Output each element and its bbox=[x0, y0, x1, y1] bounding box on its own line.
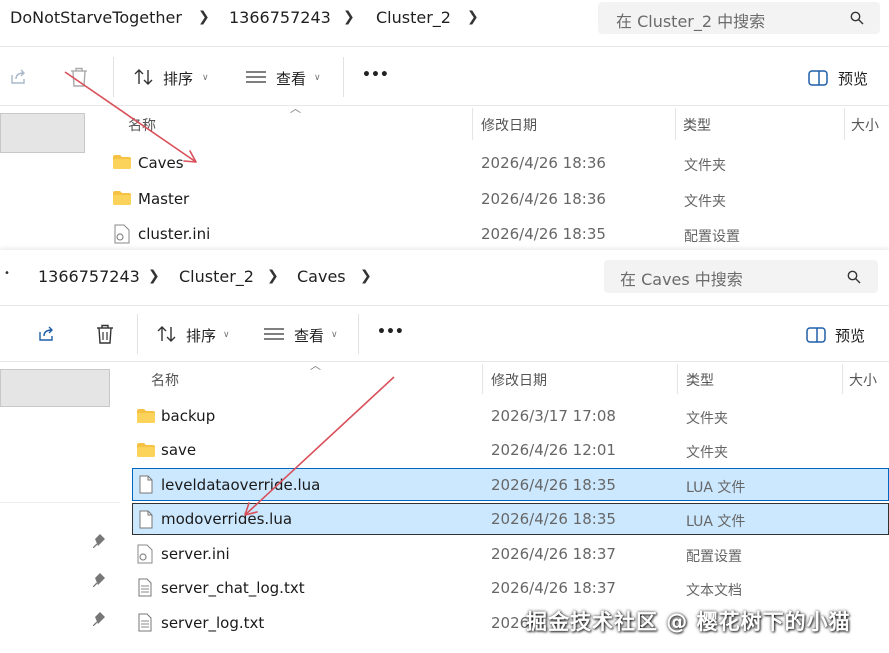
annotation-arrow bbox=[64, 71, 197, 163]
watermark: 掘金技术社区 @ 樱花树下的小猫 bbox=[526, 610, 851, 634]
annotation-arrows bbox=[64, 71, 395, 516]
annotation-arrow bbox=[244, 376, 395, 516]
